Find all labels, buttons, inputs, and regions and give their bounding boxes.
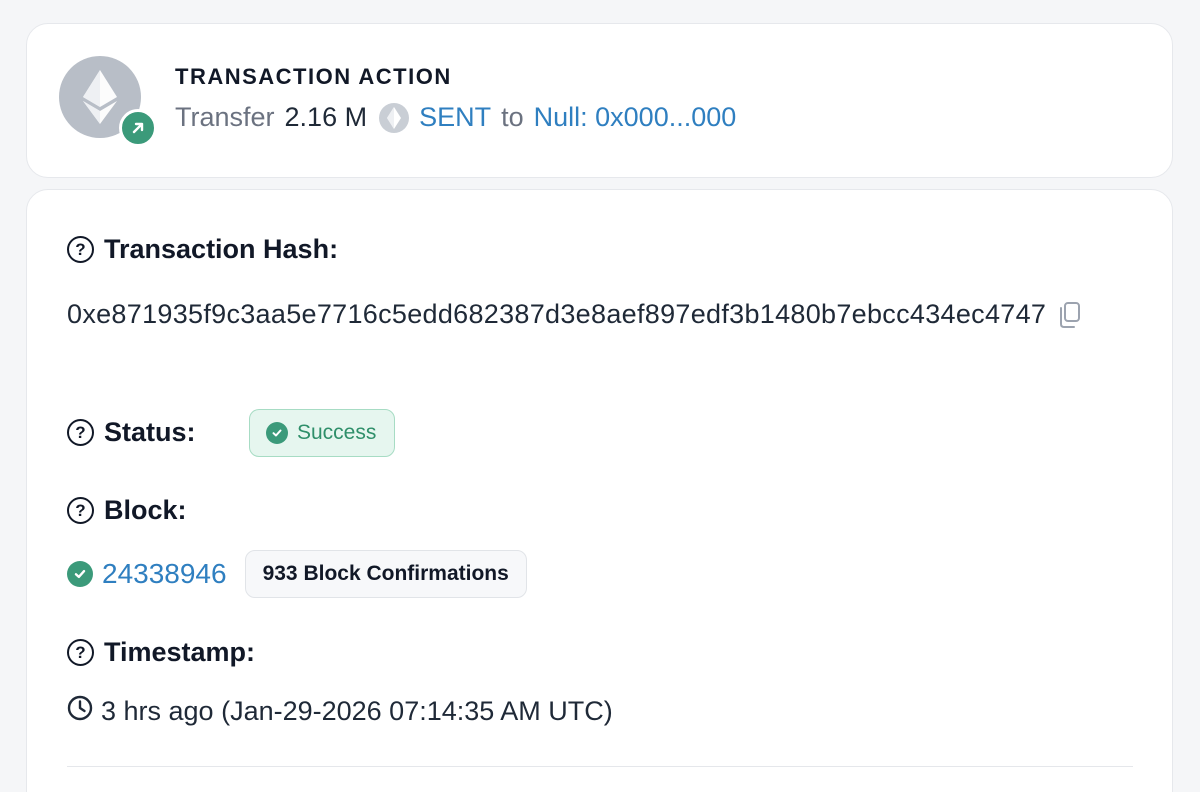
arrow-up-right-icon <box>119 109 157 147</box>
transaction-action-card: TRANSACTION ACTION Transfer 2.16 M SENT … <box>26 23 1173 178</box>
block-confirmations-badge: 933 Block Confirmations <box>244 550 527 598</box>
status-badge: Success <box>249 409 396 457</box>
to-word: to <box>501 102 524 132</box>
clock-icon <box>67 695 93 728</box>
transaction-details-card: ? Transaction Hash: 0xe871935f9c3aa5e771… <box>26 189 1173 792</box>
hash-label: Transaction Hash: <box>104 234 339 264</box>
help-icon[interactable]: ? <box>67 497 94 524</box>
status-label: Status: <box>104 417 196 447</box>
status-value: Success <box>297 421 377 444</box>
action-summary: Transfer 2.16 M SENT to Null: 0x000...00… <box>175 102 736 133</box>
block-label: Block: <box>104 495 187 525</box>
block-label-row: ? Block: <box>67 495 187 526</box>
recipient-link[interactable]: Null: 0x000...000 <box>534 102 737 133</box>
divider <box>67 766 1133 767</box>
hash-label-row: ? Transaction Hash: <box>67 234 338 265</box>
action-amount: 2.16 M <box>284 102 368 132</box>
block-row: 24338946 933 Block Confirmations <box>67 550 527 598</box>
token-link[interactable]: SENT <box>419 102 491 133</box>
action-verb: Transfer <box>175 102 275 132</box>
help-icon[interactable]: ? <box>67 236 94 263</box>
timestamp-row: 3 hrs ago (Jan-29-2026 07:14:35 AM UTC) <box>67 695 613 728</box>
timestamp-label: Timestamp: <box>104 637 256 667</box>
check-circle-icon <box>266 422 288 444</box>
transaction-hash: 0xe871935f9c3aa5e7716c5edd682387d3e8aef8… <box>67 293 1127 335</box>
help-icon[interactable]: ? <box>67 639 94 666</box>
check-circle-icon <box>67 561 93 587</box>
status-label-row: ? Status: <box>67 417 196 448</box>
token-icon <box>379 102 410 133</box>
help-icon[interactable]: ? <box>67 419 94 446</box>
timestamp-label-row: ? Timestamp: <box>67 637 255 668</box>
hash-value: 0xe871935f9c3aa5e7716c5edd682387d3e8aef8… <box>67 299 1047 329</box>
copy-icon[interactable] <box>1056 299 1082 328</box>
timestamp-value: 3 hrs ago (Jan-29-2026 07:14:35 AM UTC) <box>101 696 613 726</box>
block-number-link[interactable]: 24338946 <box>102 558 227 590</box>
action-title: TRANSACTION ACTION <box>175 64 452 89</box>
